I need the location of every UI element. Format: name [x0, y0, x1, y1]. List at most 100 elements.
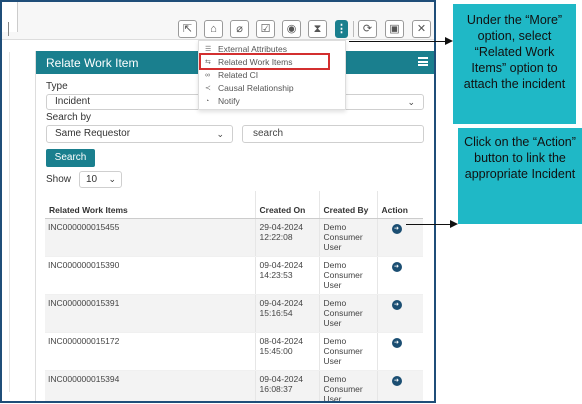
action-button-callout: Click on the “Action” button to link the…: [458, 128, 582, 224]
work-item-id: INC000000015391: [45, 294, 255, 333]
work-item-id: INC000000015172: [45, 332, 255, 371]
menu-item-causal-relationship[interactable]: ≺ Causal Relationship: [205, 82, 294, 94]
created-date: 09-04-2024: [259, 259, 303, 270]
table-row: INC000000015394 09-04-2024 16:08:37 Demo C…: [45, 370, 423, 403]
created-by-line: Consumer: [323, 345, 363, 356]
link-action-icon[interactable]: ➜: [391, 223, 402, 234]
created-on-cell: 09-04-2024 15:16:54: [254, 294, 319, 333]
menu-item-notify[interactable]: ◔ Notify: [205, 95, 240, 107]
table-row: INC000000015391 09-04-2024 15:16:54 Demo C…: [45, 294, 423, 333]
table-row: INC000000015390 09-04-2024 14:23:53 Demo C…: [45, 256, 423, 295]
search-placeholder: search: [253, 128, 284, 139]
action-cell: ➜: [376, 370, 423, 401]
related-items-table: Related Work Items Created On Created By…: [45, 191, 423, 403]
more-callout-arrow: [349, 41, 445, 42]
more-option-callout: Under the “More” option, select “Related…: [453, 4, 576, 124]
created-by-cell: Demo Consumer User: [318, 218, 377, 257]
created-on-cell: 09-04-2024 14:23:53: [254, 256, 319, 295]
created-by-line: Demo: [323, 373, 347, 384]
attachment-glyph: ⌀: [236, 22, 243, 35]
list-menu-icon[interactable]: [418, 57, 428, 66]
ci-icon: ∞: [205, 71, 210, 79]
show-label: Show: [46, 174, 72, 185]
created-by-line: User: [323, 241, 342, 252]
chevron-down-icon: ⌄: [108, 174, 116, 184]
created-time: 15:45:00: [259, 345, 293, 356]
created-by-line: Consumer: [323, 307, 363, 318]
link-action-icon[interactable]: ➜: [391, 337, 402, 348]
link-action-icon[interactable]: ➜: [391, 299, 402, 310]
page-size-value: 10: [86, 174, 98, 185]
created-by-line: User: [323, 317, 342, 328]
task-glyph: ☑: [260, 22, 271, 35]
created-by-line: User: [323, 279, 342, 290]
more-icon: ⋮: [336, 22, 347, 35]
action-cell: ➜: [376, 332, 423, 371]
created-by-line: User: [323, 355, 342, 366]
type-label: Type: [46, 81, 68, 92]
created-by-line: Consumer: [323, 383, 363, 394]
app-frame: ⇱ ⌂ ⌀ ☑ ◉ ⧗ ⋮ ⟳ ▣ ✕ Relate Work Item Typ…: [0, 0, 436, 403]
refresh-glyph: ⟳: [362, 22, 373, 35]
modal-title: Relate Work Item: [46, 56, 139, 70]
menu-item-label: Related CI: [218, 70, 259, 80]
created-by-line: Consumer: [323, 269, 363, 280]
work-item-id: INC000000015394: [45, 370, 255, 401]
arrowhead: [450, 220, 458, 228]
created-by-cell: Demo Consumer User: [318, 256, 377, 295]
created-on-cell: 09-04-2024 16:08:37: [254, 370, 319, 401]
panel-divider: [8, 22, 12, 36]
created-time: 14:23:53: [259, 269, 293, 280]
created-date: 08-04-2024: [259, 335, 303, 346]
toolbar-divider: [353, 21, 354, 37]
watch-icon[interactable]: ◉: [282, 20, 301, 38]
close-glyph: ✕: [416, 22, 427, 35]
search-button[interactable]: Search: [46, 149, 95, 167]
search-by-select[interactable]: Same Requestor ⌄: [46, 125, 233, 143]
col-action: Action: [376, 191, 423, 219]
work-item-id: INC000000015455: [45, 218, 255, 257]
page-size-select[interactable]: 10 ⌄: [79, 171, 122, 188]
move-icon[interactable]: ⇱: [178, 20, 197, 38]
chevron-down-icon: ⌄: [407, 97, 415, 107]
created-by-cell: Demo Consumer User: [318, 294, 377, 333]
col-related-work-items: Related Work Items: [45, 191, 255, 219]
related-work-items-highlight: [199, 53, 330, 70]
toolbar: ⇱ ⌂ ⌀ ☑ ◉ ⧗ ⋮ ⟳ ▣ ✕: [2, 2, 434, 40]
notify-icon: ◔: [205, 97, 210, 105]
action-callout-arrow: [406, 224, 450, 225]
link-action-icon[interactable]: ➜: [391, 261, 402, 272]
created-by-line: Demo: [323, 221, 347, 232]
chevron-down-icon: ⌄: [216, 129, 224, 139]
menu-item-label: Causal Relationship: [218, 83, 294, 93]
created-by-line: User: [323, 393, 342, 403]
col-created-by: Created By: [318, 191, 377, 219]
save-icon[interactable]: ▣: [385, 20, 404, 38]
type-value: Incident: [55, 96, 91, 107]
created-date: 29-04-2024: [259, 221, 303, 232]
tag-icon[interactable]: ⌂: [204, 20, 223, 38]
attributes-icon: ☰: [205, 46, 212, 53]
created-on-cell: 29-04-2024 12:22:08: [254, 218, 319, 257]
search-input[interactable]: search: [242, 125, 424, 143]
attachment-icon[interactable]: ⌀: [230, 20, 249, 38]
watch-glyph: ◉: [286, 22, 297, 35]
hourglass-glyph: ⧗: [313, 22, 322, 35]
created-date: 09-04-2024: [259, 373, 303, 384]
hourglass-icon[interactable]: ⧗: [308, 20, 327, 38]
search-by-label: Search by: [46, 112, 92, 123]
refresh-icon[interactable]: ⟳: [358, 20, 377, 38]
save-glyph: ▣: [389, 22, 400, 35]
created-date: 09-04-2024: [259, 297, 303, 308]
created-by-cell: Demo Consumer User: [318, 332, 377, 371]
more-button[interactable]: ⋮: [335, 20, 348, 38]
side-panel-edge: [2, 52, 10, 392]
created-by-line: Consumer: [323, 231, 363, 242]
work-item-id: INC000000015390: [45, 256, 255, 295]
action-cell: ➜: [376, 256, 423, 295]
task-icon[interactable]: ☑: [256, 20, 275, 38]
created-time: 12:22:08: [259, 231, 293, 242]
menu-item-related-ci[interactable]: ∞ Related CI: [205, 69, 258, 81]
link-action-icon[interactable]: ➜: [391, 375, 402, 386]
close-icon[interactable]: ✕: [412, 20, 431, 38]
